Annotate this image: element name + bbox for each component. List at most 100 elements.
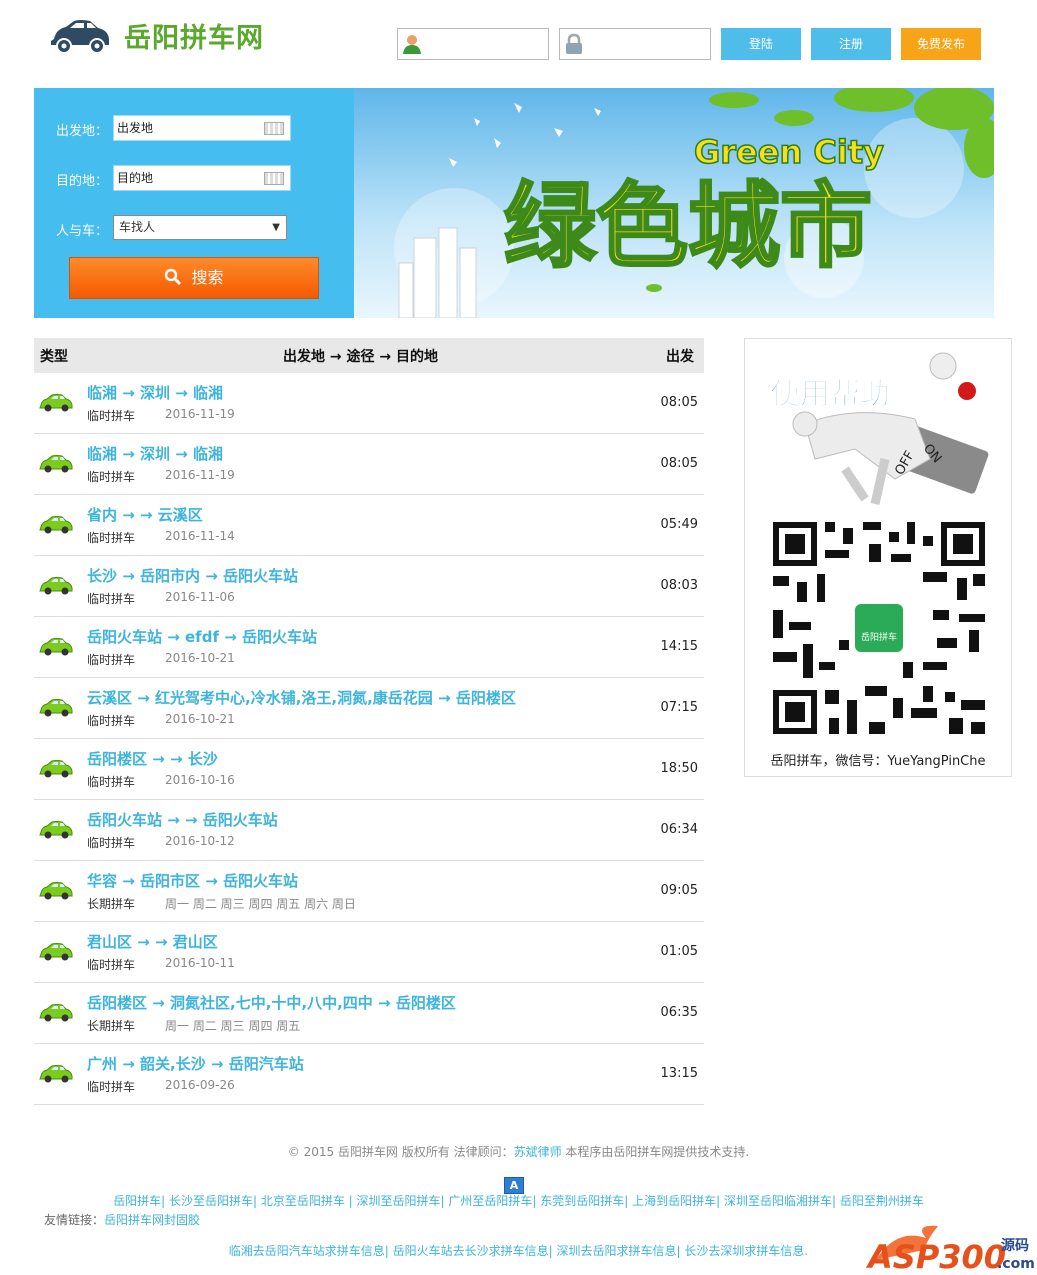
depart-time: 14:15 [660, 639, 698, 654]
depart-time: 07:15 [660, 700, 698, 715]
depart-time: 18:50 [660, 761, 698, 776]
car-icon [39, 394, 73, 412]
list-item[interactable]: 长沙 → 岳阳市内 → 岳阳火车站 临时拼车 2016-11-06 08:03 [34, 556, 704, 617]
wechat-caption: 岳阳拼车，微信号：YueYangPinChe [770, 754, 986, 769]
route-link[interactable]: 岳阳火车站 → → 岳阳火车站 [87, 809, 278, 830]
from-input[interactable]: 出发地 [113, 115, 291, 141]
list-item[interactable]: 岳阳火车站 → efdf → 岳阳火车站 临时拼车 2016-10-21 14:… [34, 617, 704, 678]
list-item[interactable]: 岳阳楼区 → 洞氮社区,七中,十中,八中,四中 → 岳阳楼区 长期拼车 周一 周… [34, 983, 704, 1044]
ride-type: 临时拼车 [87, 775, 136, 789]
route-link[interactable]: 临湘 → 深圳 → 临湘 [87, 382, 223, 403]
car-icon [39, 943, 73, 961]
register-button[interactable]: 注册 [811, 28, 891, 60]
car-icon [39, 760, 73, 778]
ride-type: 临时拼车 [87, 592, 136, 606]
ride-type: 长期拼车 [87, 897, 136, 911]
depart-time: 13:15 [660, 1066, 698, 1081]
depart-time: 05:49 [660, 517, 698, 532]
type-select[interactable]: 车找人 ▼ [113, 215, 287, 240]
route-link[interactable]: 长沙 → 岳阳市内 → 岳阳火车站 [87, 565, 298, 586]
list-item[interactable]: 云溪区 → 红光驾考中心,冷水铺,洛王,洞氮,康岳花园 → 岳阳楼区 临时拼车 … [34, 678, 704, 739]
site-name: 岳阳拼车网 [124, 23, 264, 54]
rideshare-list: 类型 出发地 → 途径 → 目的地 出发 临湘 → 深圳 → 临湘 临时拼车 2… [34, 338, 704, 1105]
route-link[interactable]: 岳阳楼区 → 洞氮社区,七中,十中,八中,四中 → 岳阳楼区 [87, 992, 456, 1013]
depart-time: 08:05 [660, 456, 698, 471]
asp300-watermark: ASP300 源码 .com [866, 1225, 1035, 1275]
to-input[interactable]: 目的地 [113, 165, 291, 191]
ride-type: 临时拼车 [87, 653, 136, 667]
password-input[interactable] [559, 28, 711, 60]
user-icon [403, 35, 421, 54]
ride-type: 临时拼车 [87, 836, 136, 850]
route-link[interactable]: 临湘 → 深圳 → 临湘 [87, 443, 223, 464]
list-item[interactable]: 广州 → 韶关,长沙 → 岳阳汽车站 临时拼车 2016-09-26 13:15 [34, 1044, 704, 1105]
car-icon [39, 699, 73, 717]
ride-date: 2016-10-11 [165, 956, 235, 970]
depart-time: 08:03 [660, 578, 698, 593]
search-button[interactable]: 搜索 [69, 257, 319, 299]
depart-time: 06:35 [660, 1005, 698, 1020]
car-icon [39, 577, 73, 595]
ride-date: 2016-11-19 [165, 407, 235, 421]
ride-date: 2016-10-21 [165, 712, 235, 726]
col-type: 类型 [40, 349, 68, 365]
car-icon [39, 455, 73, 473]
watermark-main-text: ASP300 [866, 1238, 1006, 1275]
qr-badge-label: 岳阳拼车 [861, 631, 897, 643]
watermark-domain-text: .com [997, 1256, 1035, 1272]
lawyer-link[interactable]: 苏斌律师 [514, 1145, 562, 1159]
ride-date: 2016-11-06 [165, 590, 235, 604]
publish-button[interactable]: 免费发布 [901, 28, 981, 60]
list-item[interactable]: 君山区 → → 君山区 临时拼车 2016-10-11 01:05 [34, 922, 704, 983]
ride-type: 临时拼车 [87, 1080, 136, 1094]
banner-image: 绿色城市 Green City [354, 88, 994, 318]
route-link[interactable]: 岳阳楼区 → → 长沙 [87, 748, 218, 769]
ride-date: 2016-11-14 [165, 529, 235, 543]
car-icon [39, 638, 73, 656]
copyright-line: © 2015 岳阳拼车网 版权所有 法律顾问：苏斌律师 本程序由岳阳拼车网提供技… [287, 1145, 750, 1159]
ride-date: 2016-09-26 [165, 1078, 235, 1092]
help-image[interactable]: 使用帮助 ON OFF 岳阳拼车 [745, 339, 1011, 744]
ride-type: 临时拼车 [87, 958, 136, 972]
route-link[interactable]: 岳阳火车站 → efdf → 岳阳火车站 [87, 626, 317, 647]
ride-date: 2016-10-16 [165, 773, 235, 787]
list-header: 类型 出发地 → 途径 → 目的地 出发 [34, 338, 704, 373]
depart-time: 01:05 [660, 944, 698, 959]
list-item[interactable]: 临湘 → 深圳 → 临湘 临时拼车 2016-11-19 08:05 [34, 434, 704, 495]
wechat-qr-code: 岳阳拼车 [773, 522, 985, 734]
list-item[interactable]: 岳阳楼区 → → 长沙 临时拼车 2016-10-16 18:50 [34, 739, 704, 800]
list-item[interactable]: 华容 → 岳阳市区 → 岳阳火车站 长期拼车 周一 周二 周三 周四 周五 周六… [34, 861, 704, 922]
calendar-icon[interactable] [264, 172, 284, 185]
login-button[interactable]: 登陆 [721, 28, 801, 60]
ride-type: 临时拼车 [87, 470, 136, 484]
friend-links: 友情链接：岳阳拼车网封固胶 [44, 1213, 201, 1227]
to-label: 目的地： [56, 174, 109, 189]
depart-time: 09:05 [660, 883, 698, 898]
route-link[interactable]: 云溪区 → 红光驾考中心,冷水铺,洛王,洞氮,康岳花园 → 岳阳楼区 [87, 687, 516, 708]
list-item[interactable]: 省内 → → 云溪区 临时拼车 2016-11-14 05:49 [34, 495, 704, 556]
banner-title-en: Green City [694, 133, 884, 171]
depart-time: 08:05 [660, 395, 698, 410]
route-link[interactable]: 华容 → 岳阳市区 → 岳阳火车站 [87, 870, 298, 891]
list-item[interactable]: 岳阳火车站 → → 岳阳火车站 临时拼车 2016-10-12 06:34 [34, 800, 704, 861]
calendar-icon[interactable] [264, 122, 284, 135]
car-icon [39, 1065, 73, 1083]
route-link[interactable]: 省内 → → 云溪区 [87, 504, 203, 525]
car-icon [39, 821, 73, 839]
city-links[interactable]: 岳阳拼车| 长沙至岳阳拼车| 北京至岳阳拼车 | 深圳至岳阳拼车| 广州至岳阳拼… [0, 1192, 1037, 1209]
ride-type: 长期拼车 [87, 1019, 136, 1033]
route-link[interactable]: 广州 → 韶关,长沙 → 岳阳汽车站 [87, 1053, 304, 1074]
ride-date: 2016-10-21 [165, 651, 235, 665]
site-logo[interactable]: 岳阳拼车网 [48, 16, 264, 55]
from-label: 出发地： [56, 124, 109, 139]
green-city-banner: 绿色城市 Green City [354, 88, 994, 318]
friend-link[interactable]: 岳阳拼车网封固胶 [104, 1213, 200, 1227]
ride-date: 周一 周二 周三 周四 周五 [165, 1019, 301, 1033]
route-link[interactable]: 君山区 → → 君山区 [87, 931, 218, 952]
help-panel: 使用帮助 ON OFF 岳阳拼车 岳阳拼车，微信号：YueYangPinChe [744, 338, 1012, 777]
list-item[interactable]: 临湘 → 深圳 → 临湘 临时拼车 2016-11-19 08:05 [34, 373, 704, 434]
col-route: 出发地 → 途径 → 目的地 [283, 349, 438, 365]
header: 岳阳拼车网 登陆 注册 免费发布 [0, 0, 1037, 80]
username-input[interactable] [397, 28, 549, 60]
car-icon [39, 882, 73, 900]
